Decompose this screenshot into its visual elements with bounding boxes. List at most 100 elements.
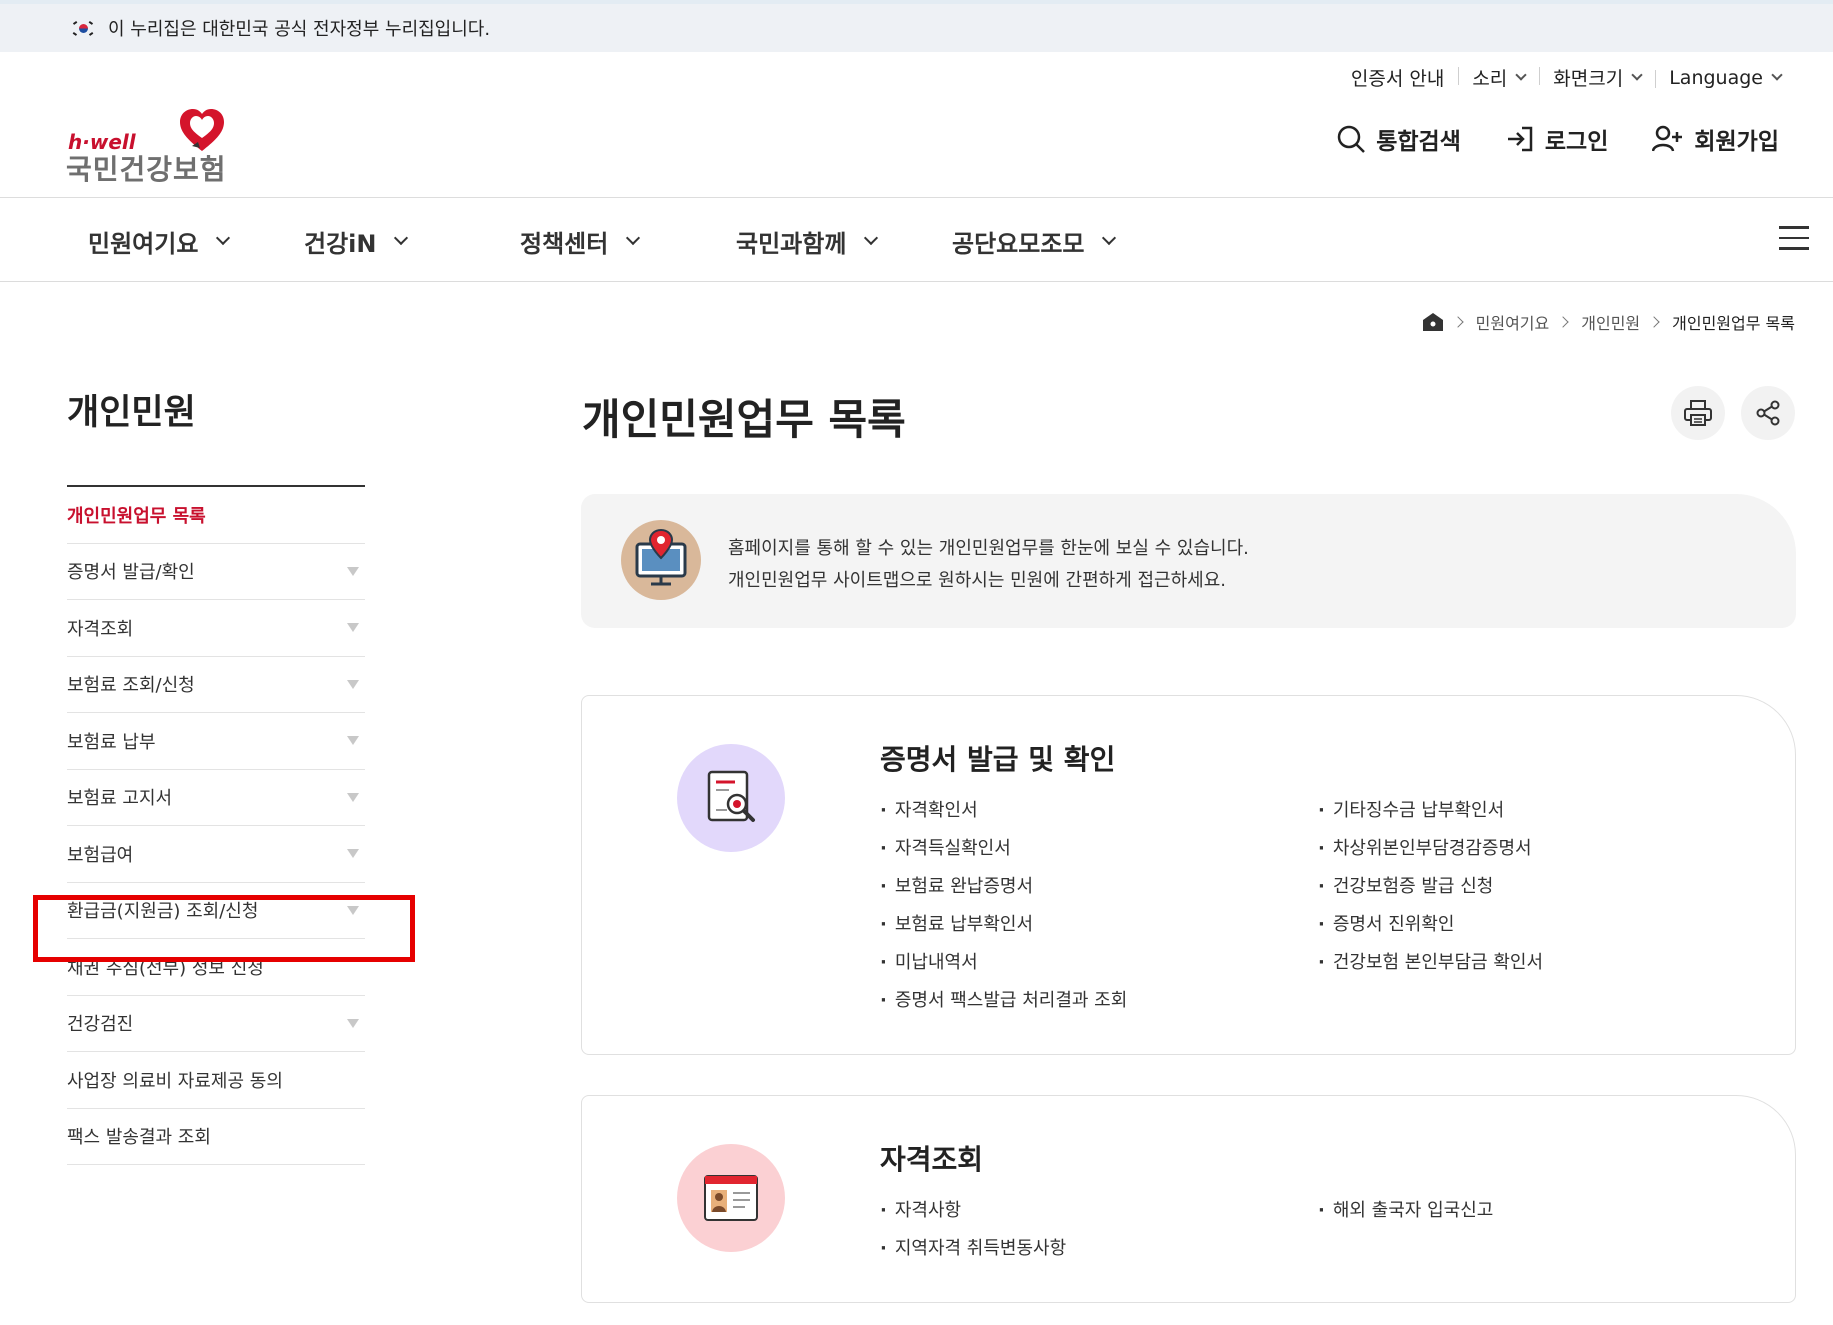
card-title: 자격조회 xyxy=(880,1143,984,1176)
sidebar-item-fax-result[interactable]: 팩스 발송결과 조회 xyxy=(67,1109,365,1165)
id-card-icon xyxy=(677,1144,785,1252)
chevron-down-icon xyxy=(864,230,879,246)
expand-triangle-icon xyxy=(347,736,359,746)
language-label: Language xyxy=(1669,66,1763,89)
sidebar-item-label: 보험급여 xyxy=(67,844,134,866)
share-button[interactable] xyxy=(1741,386,1795,440)
sidebar-item-premium-payment[interactable]: 보험료 납부 xyxy=(67,713,365,770)
gnb-item-minwon[interactable]: 민원여기요 xyxy=(88,224,231,259)
sidebar-menu: 개인민원업무 목록 증명서 발급/확인 자격조회 보험료 조회/신청 보험료 납… xyxy=(67,485,365,1165)
card-right-list: 해외 출국자 입국신고 xyxy=(1318,1192,1493,1230)
heart-logo-icon xyxy=(180,109,224,151)
gov-banner: 이 누리집은 대한민국 공식 전자정부 누리집입니다. xyxy=(0,0,1833,52)
chevron-right-icon xyxy=(1451,316,1464,328)
sidebar-item-medical-data-consent[interactable]: 사업장 의료비 자료제공 동의 xyxy=(67,1052,365,1109)
korea-flag-icon xyxy=(72,20,94,36)
card-title: 증명서 발급 및 확인 xyxy=(880,743,1116,776)
list-item[interactable]: 보험료 납부확인서 xyxy=(880,906,1127,944)
gnb-item-policy[interactable]: 정책센터 xyxy=(520,224,641,259)
breadcrumb: 민원여기요 개인민원 개인민원업무 목록 xyxy=(1422,310,1795,334)
cert-link[interactable]: 인증서 안내 xyxy=(1337,64,1458,91)
sidebar-item-label: 팩스 발송결과 조회 xyxy=(67,1127,211,1149)
gnb-label: 민원여기요 xyxy=(88,230,199,258)
print-button[interactable] xyxy=(1671,386,1725,440)
notice-text-line1: 홈페이지를 통해 할 수 있는 개인민원업무를 한눈에 보실 수 있습니다. xyxy=(728,538,1249,559)
utility-menu: 인증서 안내 소리 화면크기 Language xyxy=(1337,64,1795,91)
sidebar-item-label: 증명서 발급/확인 xyxy=(67,562,195,584)
list-item[interactable]: 증명서 팩스발급 처리결과 조회 xyxy=(880,982,1127,1020)
cert-label: 인증서 안내 xyxy=(1350,68,1445,90)
list-item[interactable]: 자격득실확인서 xyxy=(880,830,1127,868)
list-item[interactable]: 지역자격 취득변동사항 xyxy=(880,1230,1066,1268)
sidebar-item-health-checkup[interactable]: 건강검진 xyxy=(67,996,365,1052)
card-right-list: 기타징수금 납부확인서 차상위본인부담경감증명서 건강보험증 발급 신청 증명서… xyxy=(1318,792,1543,982)
sidebar-item-label: 보험료 고지서 xyxy=(67,788,173,810)
sidebar-item-list[interactable]: 개인민원업무 목록 xyxy=(67,487,365,544)
share-icon xyxy=(1756,400,1780,426)
list-item[interactable]: 자격사항 xyxy=(880,1192,1066,1230)
chevron-down-icon xyxy=(394,230,409,246)
signup-label: 회원가입 xyxy=(1694,129,1779,155)
gov-banner-text: 이 누리집은 대한민국 공식 전자정부 누리집입니다. xyxy=(108,19,491,40)
chevron-down-icon xyxy=(216,230,231,246)
sound-label: 소리 xyxy=(1472,68,1508,90)
sidebar-item-benefits[interactable]: 보험급여 xyxy=(67,826,365,883)
gnb-item-health-in[interactable]: 건강iN xyxy=(304,224,409,259)
sidebar-item-premium-bill[interactable]: 보험료 고지서 xyxy=(67,770,365,826)
list-item[interactable]: 건강보험 본인부담금 확인서 xyxy=(1318,944,1543,982)
page-title: 개인민원업무 목록 xyxy=(582,395,906,444)
list-item[interactable]: 자격확인서 xyxy=(880,792,1127,830)
list-item[interactable]: 해외 출국자 입국신고 xyxy=(1318,1192,1493,1230)
sidebar-title: 개인민원 xyxy=(67,393,196,433)
hamburger-menu-icon[interactable] xyxy=(1779,226,1809,250)
add-user-icon xyxy=(1652,125,1683,152)
sidebar-item-label: 건강검진 xyxy=(67,1014,134,1036)
card-eligibility: 자격조회 자격사항 지역자격 취득변동사항 해외 출국자 입국신고 xyxy=(581,1095,1796,1303)
chevron-right-icon xyxy=(1557,316,1569,328)
breadcrumb-level2[interactable]: 개인민원 xyxy=(1581,310,1640,334)
monitor-location-icon xyxy=(621,520,701,600)
card-certificate: 증명서 발급 및 확인 자격확인서 자격득실확인서 보험료 완납증명서 보험료 … xyxy=(581,695,1796,1055)
gnb-item-about[interactable]: 공단요모조모 xyxy=(952,224,1117,259)
login-label: 로그인 xyxy=(1544,129,1609,155)
sidebar-item-label: 자격조회 xyxy=(67,618,134,640)
gnb-label: 공단요모조모 xyxy=(952,230,1085,258)
header-actions: 통합검색 로그인 회원가입 xyxy=(1292,122,1779,156)
list-item[interactable]: 증명서 진위확인 xyxy=(1318,906,1543,944)
sidebar-item-certificate[interactable]: 증명서 발급/확인 xyxy=(67,544,365,600)
site-logo[interactable]: h·well 국민건강보험 xyxy=(66,108,266,186)
sound-dropdown[interactable]: 소리 xyxy=(1458,64,1539,91)
list-item[interactable]: 차상위본인부담경감증명서 xyxy=(1318,830,1543,868)
language-dropdown[interactable]: Language xyxy=(1655,67,1795,89)
sidebar-item-label: 사업장 의료비 자료제공 동의 xyxy=(67,1070,283,1092)
chevron-right-icon xyxy=(1648,316,1660,328)
notice-text-line2: 개인민원업무 사이트맵으로 원하시는 민원에 간편하게 접근하세요. xyxy=(728,570,1227,591)
sidebar-item-premium-inquiry[interactable]: 보험료 조회/신청 xyxy=(67,657,365,713)
expand-triangle-icon xyxy=(347,1018,359,1028)
login-button[interactable]: 로그인 xyxy=(1505,122,1608,156)
list-item[interactable]: 기타징수금 납부확인서 xyxy=(1318,792,1543,830)
search-label: 통합검색 xyxy=(1376,129,1461,155)
chevron-down-icon xyxy=(1771,69,1783,81)
certificate-search-icon xyxy=(677,744,785,852)
search-button[interactable]: 통합검색 xyxy=(1336,122,1461,156)
screen-size-dropdown[interactable]: 화면크기 xyxy=(1539,64,1655,91)
gnb-label: 국민과함께 xyxy=(736,230,847,258)
logo-name: 국민건강보험 xyxy=(66,153,227,186)
list-item[interactable]: 건강보험증 발급 신청 xyxy=(1318,868,1543,906)
home-icon[interactable] xyxy=(1422,312,1444,332)
sidebar-item-label: 보험료 납부 xyxy=(67,731,156,753)
list-item[interactable]: 보험료 완납증명서 xyxy=(880,868,1127,906)
breadcrumb-level1[interactable]: 민원여기요 xyxy=(1476,310,1550,334)
login-icon xyxy=(1507,126,1533,152)
print-icon xyxy=(1684,400,1712,426)
expand-triangle-icon xyxy=(347,679,359,689)
signup-button[interactable]: 회원가입 xyxy=(1652,122,1779,156)
gnb-item-together[interactable]: 국민과함께 xyxy=(736,224,879,259)
search-icon xyxy=(1337,125,1366,153)
list-item[interactable]: 미납내역서 xyxy=(880,944,1127,982)
sidebar-item-eligibility[interactable]: 자격조회 xyxy=(67,600,365,657)
screen-size-label: 화면크기 xyxy=(1553,68,1624,90)
gnb-label: 건강iN xyxy=(304,230,377,258)
expand-triangle-icon xyxy=(347,566,359,576)
